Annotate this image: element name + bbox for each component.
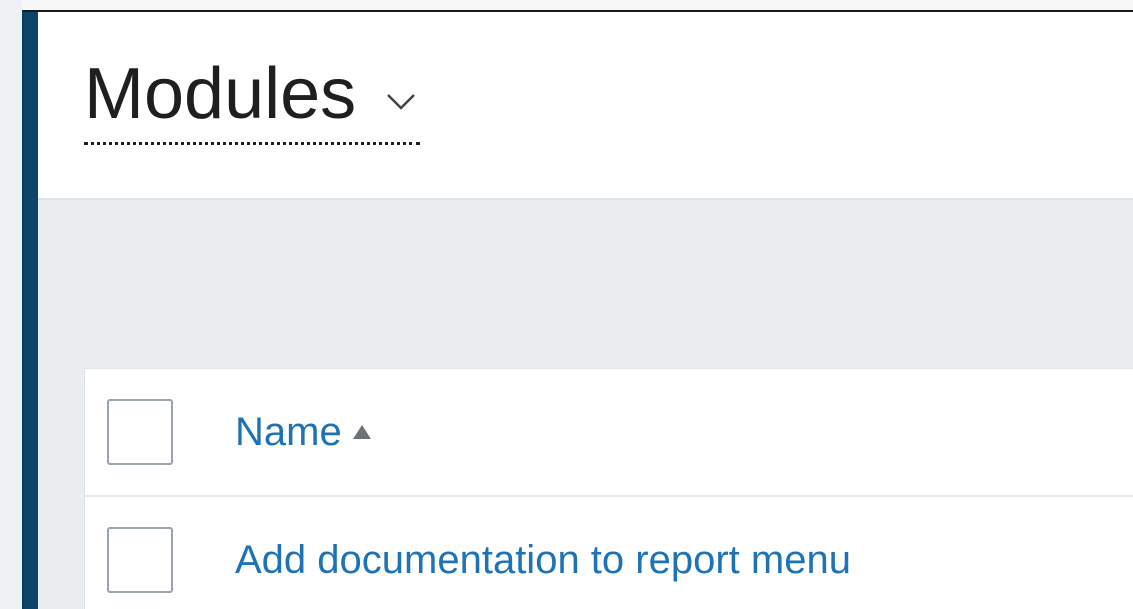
- sort-ascending-icon: [352, 425, 371, 439]
- module-selector-dropdown[interactable]: Modules: [84, 54, 421, 145]
- list-view-table: Name Add documentation to report menu: [84, 368, 1133, 609]
- table-header-row: Name: [85, 369, 1133, 497]
- select-all-checkbox[interactable]: [107, 399, 173, 465]
- page-title: Modules: [84, 54, 357, 134]
- row-select-checkbox[interactable]: [107, 527, 173, 593]
- module-list-view: Modules Name Add documentation to report…: [22, 10, 1133, 609]
- background-edge: [0, 0, 22, 609]
- app-viewport: Modules Name Add documentation to report…: [0, 0, 1133, 609]
- column-header-name[interactable]: Name: [173, 410, 372, 455]
- column-header-label: Name: [235, 409, 342, 454]
- chevron-down-icon: [387, 94, 416, 110]
- sidebar-strip: [24, 12, 38, 609]
- content-area: Name Add documentation to report menu: [38, 200, 1133, 609]
- record-name-link[interactable]: Add documentation to report menu: [235, 538, 851, 583]
- table-row: Add documentation to report menu: [85, 497, 1133, 609]
- page-header: Modules: [38, 12, 1133, 200]
